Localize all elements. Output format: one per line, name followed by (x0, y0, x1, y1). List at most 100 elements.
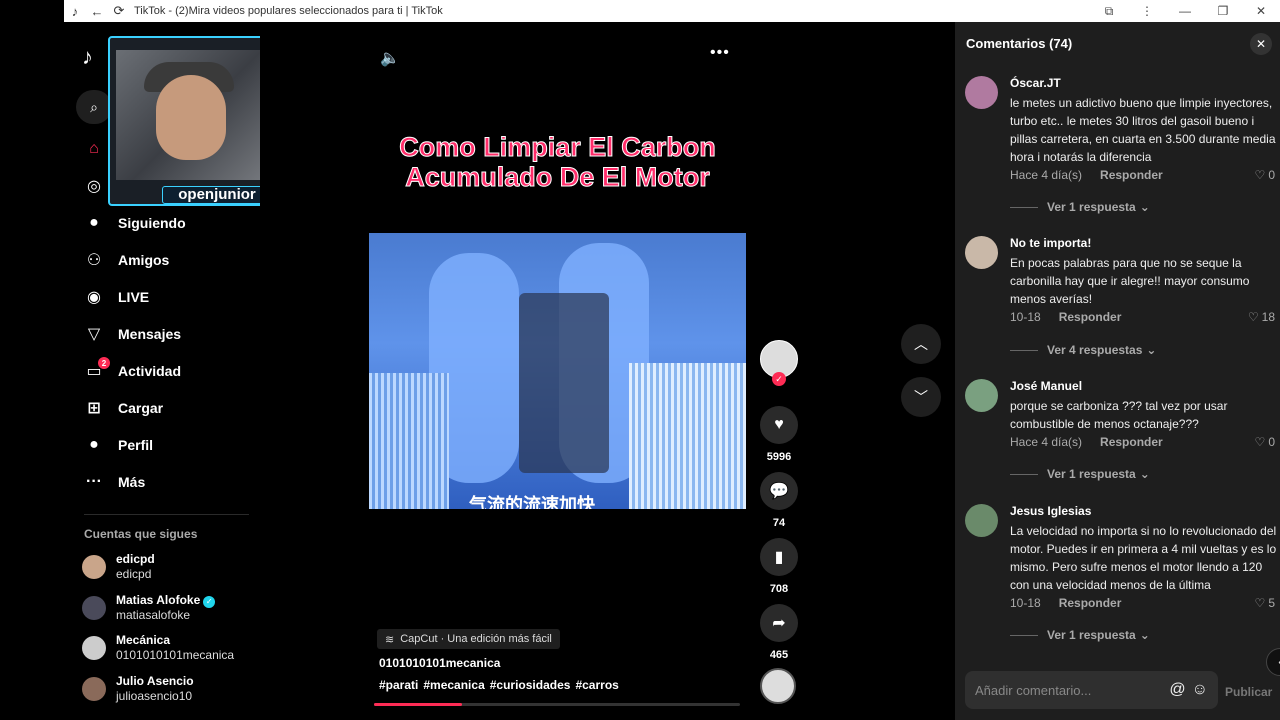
avatar[interactable] (965, 236, 998, 269)
avatar (82, 555, 106, 579)
tiktok-logo-icon[interactable]: ♪ (82, 44, 108, 70)
emoji-icon[interactable]: ☺ (1192, 681, 1208, 699)
webcam-person (156, 75, 226, 160)
comment-username[interactable]: Jesus Iglesias (1010, 504, 1091, 518)
comment-input[interactable]: Añadir comentario... @ ☺ (965, 671, 1218, 709)
avatar (82, 636, 106, 660)
video-hashtags: #parati #mecanica #curiosidades #carros (379, 678, 619, 692)
tiktok-app-icon: ♪ (71, 3, 79, 19)
reply-button[interactable]: Responder (1059, 310, 1122, 324)
reply-button[interactable]: Responder (1100, 435, 1163, 449)
window-titlebar: ♪ ← ⟳ TikTok - (2)Mira videos populares … (64, 0, 1280, 22)
comment-text: le metes un adictivo bueno que limpie in… (1010, 96, 1276, 164)
following-account[interactable]: edicpd edicpd (82, 550, 262, 584)
activity-icon: ▭ 2 (80, 357, 110, 385)
video-author[interactable]: 0101010101mecanica (379, 656, 500, 670)
view-replies-button[interactable]: Ver 4 respuestas ⌄ (1010, 343, 1156, 357)
like-button[interactable]: ♥ (760, 406, 798, 444)
view-replies-label: Ver 1 respuesta (1047, 200, 1136, 214)
comment-like-button[interactable]: ♡ 0 (1255, 168, 1275, 182)
capcut-badge[interactable]: ≋ CapCut · Una edición más fácil (377, 629, 560, 649)
sidebar-item-label: Mensajes (118, 326, 182, 342)
extensions-icon[interactable]: ⧉ (1090, 4, 1128, 19)
save-button[interactable]: ▮ (760, 538, 798, 576)
share-button[interactable]: ➦ (760, 604, 798, 642)
heart-icon: ♥ (774, 416, 784, 433)
hashtag[interactable]: #parati (379, 678, 418, 692)
capcut-icon: ≋ (385, 633, 395, 646)
video-progress-bar[interactable] (374, 703, 740, 706)
close-button[interactable]: ✕ (1242, 4, 1280, 19)
next-video-button[interactable]: ﹀ (901, 377, 941, 417)
following-title: Cuentas que sigues (84, 527, 198, 541)
sidebar-item-label: Más (118, 474, 146, 490)
comment-username[interactable]: José Manuel (1010, 379, 1082, 393)
mention-icon[interactable]: @ (1169, 681, 1185, 699)
profile-icon: ● (89, 436, 99, 453)
chevron-down-icon: ⌄ (1146, 343, 1157, 357)
left-strip (0, 0, 64, 720)
sidebar-item-amigos[interactable]: ⚇ Amigos (80, 245, 260, 275)
following-account[interactable]: Julio Asencio julioasencio10 (82, 672, 262, 706)
following-account[interactable]: Mecánica 0101010101mecanica (82, 631, 262, 665)
reload-icon[interactable]: ⟳ (108, 0, 130, 22)
comment-date: Hace 4 día(s) (1010, 435, 1083, 449)
minimize-button[interactable]: — (1166, 4, 1204, 19)
chevron-down-icon: ﹀ (914, 389, 928, 405)
sidebar-item-cargar[interactable]: ⊞ Cargar (80, 393, 260, 423)
scroll-handle-icon[interactable]: ‹ (1266, 648, 1280, 676)
sidebar-divider (84, 514, 249, 515)
view-replies-button[interactable]: Ver 1 respuesta ⌄ (1010, 628, 1150, 642)
notification-badge: 2 (98, 357, 110, 369)
follow-check-icon[interactable]: ✓ (772, 372, 786, 386)
hashtag[interactable]: #carros (575, 678, 618, 692)
video-title-line1: Como Limpiar El Carbon (399, 132, 717, 163)
restore-button[interactable]: ❐ (1204, 4, 1242, 19)
view-replies-button[interactable]: Ver 1 respuesta ⌄ (1010, 200, 1150, 214)
capcut-label: CapCut · Una edición más fácil (400, 633, 552, 645)
comment-username[interactable]: No te importa! (1010, 236, 1091, 250)
search-button[interactable]: ⌕ (76, 90, 112, 124)
sidebar-item-live[interactable]: ◉ LIVE (80, 282, 260, 312)
comment-like-button[interactable]: ♡ 5 (1255, 596, 1275, 610)
hashtag[interactable]: #mecanica (423, 678, 484, 692)
replies-line (1010, 473, 1038, 475)
volume-icon[interactable]: 🔈 (380, 48, 400, 68)
avatar[interactable] (965, 504, 998, 537)
hashtag[interactable]: #curiosidades (490, 678, 571, 692)
view-replies-button[interactable]: Ver 1 respuesta ⌄ (1010, 467, 1150, 481)
sidebar-item-mensajes[interactable]: ▽ Mensajes (80, 319, 260, 349)
chevron-up-icon: ︿ (914, 336, 928, 352)
compass-icon: ◎ (87, 178, 101, 195)
sidebar-item-siguiendo[interactable]: ● Siguiendo (80, 208, 260, 238)
close-comments-button[interactable]: ✕ (1250, 33, 1272, 55)
post-comment-button[interactable]: Publicar (1225, 685, 1272, 699)
reply-button[interactable]: Responder (1059, 596, 1122, 610)
back-icon[interactable]: ← (86, 0, 108, 22)
account-name: Julio Asencio (116, 674, 194, 688)
avatar[interactable] (965, 379, 998, 412)
comment-icon: 💬 (769, 483, 789, 500)
avatar[interactable] (965, 76, 998, 109)
comment-username[interactable]: Óscar.JT (1010, 76, 1061, 90)
friends-icon: ⚇ (86, 252, 102, 269)
sidebar-item-label: Siguiendo (118, 215, 186, 231)
comment-button[interactable]: 💬 (760, 472, 798, 510)
following-account[interactable]: Matias Alofoke ✓ matiasalofoke (82, 591, 262, 625)
comment-like-button[interactable]: ♡ 0 (1255, 435, 1275, 449)
reply-button[interactable]: Responder (1100, 168, 1163, 182)
sidebar-item-actividad[interactable]: ▭ 2 Actividad (80, 356, 260, 386)
sidebar-item-mas[interactable]: ··· Más (80, 467, 260, 497)
share-icon: ➦ (772, 615, 786, 632)
replies-line (1010, 634, 1038, 636)
more-options-icon[interactable]: ••• (710, 44, 730, 62)
heart-outline-icon: ♡ (1254, 168, 1266, 182)
like-count: 5996 (766, 451, 792, 463)
comment-like-button[interactable]: ♡ 18 (1248, 310, 1275, 324)
music-disc-icon[interactable] (760, 668, 796, 704)
previous-video-button[interactable]: ︿ (901, 324, 941, 364)
video-frame[interactable]: 气流的流速加快 (369, 233, 746, 509)
menu-icon[interactable]: ⋮ (1128, 4, 1166, 19)
sidebar-item-perfil[interactable]: ● Perfil (80, 430, 260, 460)
comment-meta: Hace 4 día(s) Responder ♡ 0 (1010, 435, 1275, 449)
